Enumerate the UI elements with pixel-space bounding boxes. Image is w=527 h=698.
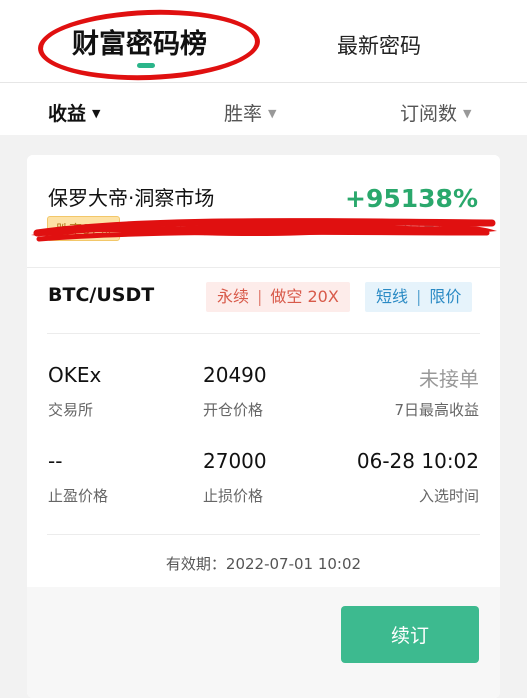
- top-tab-bar: 财富密码榜 最新密码: [0, 0, 527, 84]
- sort-subscriptions-label: 订阅数: [400, 103, 458, 125]
- renew-button[interactable]: 续订: [341, 606, 479, 663]
- red-circle-annotation: [36, 6, 262, 84]
- red-scribble-redaction: [31, 218, 497, 242]
- caret-down-icon: ▼: [92, 107, 101, 120]
- caret-down-icon: ▼: [463, 107, 472, 120]
- contract-type: 永续: [217, 287, 250, 306]
- stop-loss-value: 27000: [203, 449, 267, 473]
- validity-period: 有效期：2022-07-01 10:02: [165, 555, 362, 573]
- take-profit-label: 止盈价格: [48, 487, 109, 505]
- tag-separator: |: [416, 287, 422, 306]
- order-type: 限价: [429, 287, 462, 306]
- open-price-value: 20490: [203, 363, 267, 387]
- direction-leverage: 做空 20X: [270, 287, 339, 306]
- tag-separator: |: [257, 287, 263, 306]
- sort-win-rate[interactable]: 胜率 ▼: [224, 99, 276, 126]
- selected-time-value: 06-28 10:02: [356, 449, 479, 473]
- sort-earnings[interactable]: 收益 ▼: [48, 99, 100, 126]
- position-tag: 永续 | 做空 20X: [206, 282, 350, 312]
- stop-loss-label: 止损价格: [203, 487, 264, 505]
- sort-earnings-label: 收益: [48, 103, 87, 125]
- exchange-value: OKEx: [48, 363, 102, 387]
- divider: [47, 534, 480, 535]
- open-price-label: 开仓价格: [203, 401, 264, 419]
- sort-win-rate-label: 胜率: [224, 103, 263, 125]
- max-earning-label: 7日最高收益: [394, 401, 479, 419]
- term-type: 短线: [376, 287, 409, 306]
- signal-card[interactable]: 保罗大帝·洞察市场 +95138% 胜率87% 1079人订阅 7日最高收益 B…: [27, 155, 500, 698]
- divider: [47, 333, 480, 334]
- take-profit-value: --: [48, 449, 63, 473]
- order-status: 未接单: [419, 367, 479, 391]
- selected-time-label: 入选时间: [418, 487, 479, 505]
- strategy-tag: 短线 | 限价: [365, 282, 473, 312]
- trading-pair: BTC/USDT: [48, 284, 155, 306]
- sort-bar: 收益 ▼ 胜率 ▼ 订阅数 ▼: [0, 83, 527, 135]
- sort-subscriptions[interactable]: 订阅数 ▼: [400, 99, 471, 126]
- card-header: 保罗大帝·洞察市场 +95138% 胜率87% 1079人订阅 7日最高收益: [27, 155, 500, 268]
- exchange-label: 交易所: [48, 401, 94, 419]
- tab-latest-codes[interactable]: 最新密码: [337, 30, 421, 60]
- caret-down-icon: ▼: [268, 107, 277, 120]
